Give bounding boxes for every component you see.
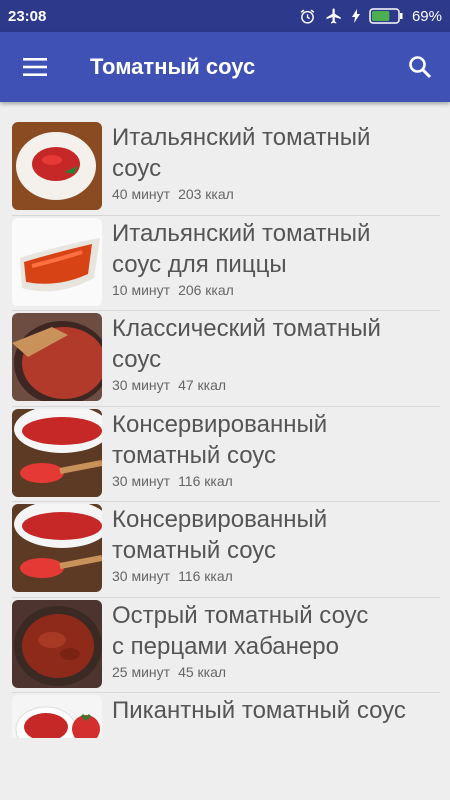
recipe-time: 25 минут [112, 663, 171, 680]
recipe-item[interactable]: Итальянский томатный соус для пиццы 10 м… [12, 215, 440, 311]
recipe-title-line1: Консервированный [112, 410, 328, 438]
recipe-kcal: 45 ккал [178, 663, 227, 680]
recipe-title-line1: Итальянский томатный [112, 124, 371, 151]
recipe-image [12, 408, 102, 497]
recipe-image [12, 695, 102, 738]
recipe-title-line1: Итальянский томатный [112, 219, 371, 247]
app-bar: Томатный соус [0, 32, 450, 102]
menu-button[interactable] [0, 32, 70, 102]
recipe-title-line1: Классический томатный [112, 315, 381, 342]
recipe-item[interactable]: Итальянский томатный соус 40 минут 203 кк… [12, 120, 440, 216]
recipe-title-line2: томатный соус [112, 441, 277, 469]
recipe-image [12, 313, 102, 401]
charging-icon [351, 9, 360, 23]
recipe-item[interactable]: Консервированный томатный соус 30 минут 1… [12, 502, 440, 598]
recipe-title-line2: соус [112, 346, 162, 373]
status-icons: 69% [299, 7, 442, 25]
recipe-title-line1: Пикантный томатный соус [112, 697, 406, 724]
recipe-time: 40 минут [112, 186, 171, 202]
recipe-time: 30 минут [112, 472, 171, 489]
recipe-title-line2: с перцами хабанеро [112, 632, 339, 660]
hamburger-icon [23, 58, 47, 76]
airplane-icon [326, 8, 341, 24]
recipe-kcal: 47 ккал [178, 377, 227, 393]
recipe-time: 10 минут [112, 281, 171, 298]
recipe-time: 30 минут [112, 377, 171, 393]
status-time: 23:08 [8, 7, 47, 25]
recipe-image [12, 122, 102, 210]
recipe-image [12, 217, 102, 306]
search-icon [409, 56, 432, 79]
recipe-title-line1: Острый томатный соус [112, 601, 369, 629]
recipe-kcal: 116 ккал [178, 472, 233, 489]
recipe-kcal: 203 ккал [178, 186, 234, 202]
recipe-kcal: 206 ккал [178, 281, 234, 298]
recipe-time: 30 минут [112, 568, 171, 584]
recipe-image [12, 504, 102, 592]
status-bar: 23:08 69% [0, 0, 450, 32]
recipe-title-line2: томатный соус [112, 537, 277, 564]
alarm-icon [300, 9, 315, 24]
recipe-item[interactable]: Консервированный томатный соус 30 минут 1… [12, 406, 440, 502]
recipe-title-line1: Консервированный [112, 506, 328, 533]
recipe-title-line2: соус для пиццы [112, 250, 287, 278]
recipe-title-line2: соус [112, 155, 162, 182]
battery-percent: 69% [411, 7, 442, 25]
recipe-item[interactable]: Пикантный томатный соус [12, 693, 440, 738]
recipe-list[interactable]: Итальянский томатный соус 40 минут 203 кк… [12, 120, 440, 738]
battery-icon [369, 8, 403, 24]
recipe-image [12, 599, 102, 688]
recipe-item[interactable]: Классический томатный соус 30 минут 47 кк… [12, 311, 440, 407]
page-title: Томатный соус [90, 54, 256, 79]
search-button[interactable] [390, 32, 450, 102]
recipe-item[interactable]: Острый томатный соус с перцами хабанеро … [12, 597, 440, 693]
recipe-kcal: 116 ккал [178, 568, 233, 584]
